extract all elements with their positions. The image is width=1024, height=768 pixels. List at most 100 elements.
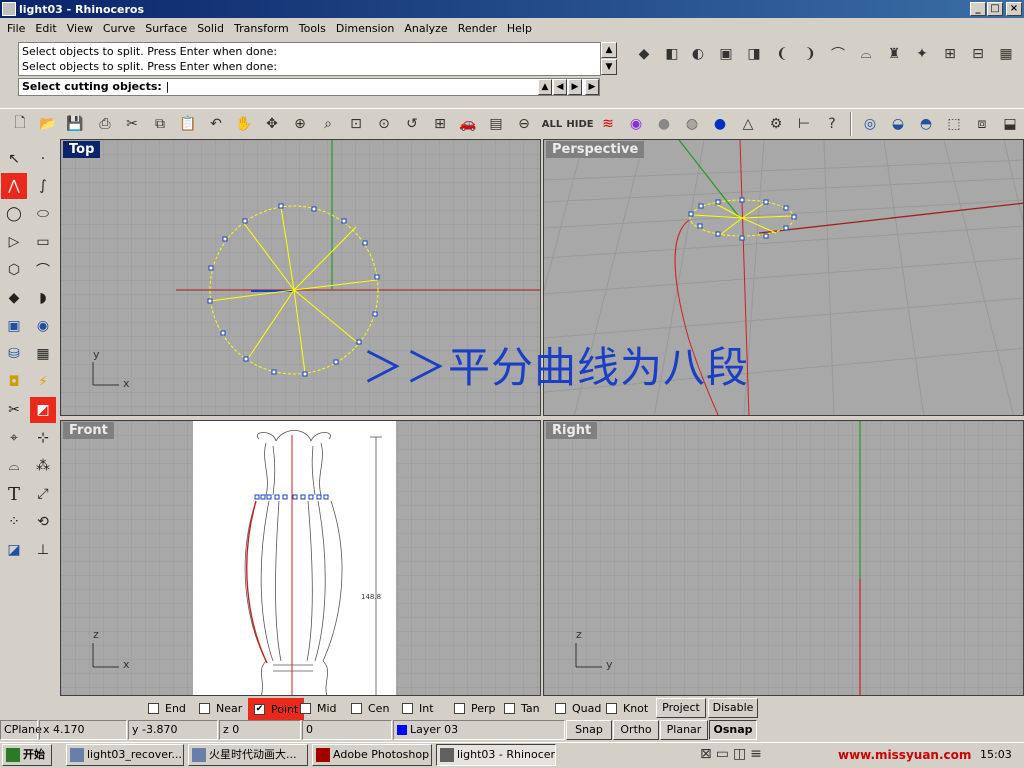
- osnap-near[interactable]: Near: [199, 699, 242, 717]
- menu-help[interactable]: Help: [502, 22, 537, 35]
- planar-toggle[interactable]: Planar: [660, 720, 708, 740]
- history-next-icon[interactable]: ▶: [585, 79, 599, 95]
- task-hx-animation[interactable]: 火星时代动画大...: [188, 744, 308, 766]
- copy-icon[interactable]: ⧉: [148, 112, 172, 136]
- close-button[interactable]: ×: [1006, 2, 1022, 16]
- undo-icon[interactable]: ↶: [204, 112, 228, 136]
- task-photoshop[interactable]: Adobe Photoshop: [312, 744, 432, 766]
- arc-icon[interactable]: ⌒: [30, 257, 56, 283]
- history-prev-icon[interactable]: ▲: [538, 79, 552, 95]
- boolean-icon[interactable]: ◉: [30, 313, 56, 339]
- fillet-icon[interactable]: ⌓: [1, 453, 27, 479]
- curve-cp-icon[interactable]: ∫: [30, 173, 56, 199]
- surface-sweep1-icon[interactable]: ⌒: [826, 42, 850, 66]
- settings-gear-icon[interactable]: ⚙: [764, 112, 788, 136]
- array-icon[interactable]: ⊥: [30, 537, 56, 563]
- surface-patch-icon[interactable]: ✦: [910, 42, 934, 66]
- paste-icon[interactable]: 📋: [176, 112, 200, 136]
- command-prompt[interactable]: Select cutting objects: |: [18, 78, 600, 96]
- car-shade-icon[interactable]: 🚗: [456, 112, 480, 136]
- boolean-intersect-icon[interactable]: ◓: [914, 112, 938, 136]
- block-icon[interactable]: ◪: [1, 537, 27, 563]
- project-button[interactable]: Project: [656, 698, 706, 718]
- checkbox-icon[interactable]: [402, 702, 413, 714]
- checkbox-icon[interactable]: [148, 702, 159, 714]
- surface-network-icon[interactable]: ♜: [882, 42, 906, 66]
- menu-analyze[interactable]: Analyze: [399, 22, 452, 35]
- light-icon[interactable]: △: [736, 112, 760, 136]
- osnap-mid[interactable]: Mid: [300, 699, 337, 717]
- viewport-right[interactable]: Right z y: [543, 420, 1024, 696]
- viewport-title-front[interactable]: Front: [63, 422, 114, 439]
- cut-icon[interactable]: ✂: [120, 112, 144, 136]
- disable-button[interactable]: Disable: [708, 698, 758, 718]
- render-preview-icon[interactable]: ◍: [680, 112, 704, 136]
- command-history-scrollbar[interactable]: ▲ ▼: [600, 42, 617, 76]
- extract-icon[interactable]: ⧈: [970, 112, 994, 136]
- viewport-front[interactable]: Front 148.8 z x: [60, 420, 541, 696]
- scroll-up-icon[interactable]: ▲: [601, 42, 617, 58]
- current-layer[interactable]: Layer 03: [393, 720, 565, 740]
- save-icon[interactable]: 💾: [63, 112, 87, 136]
- surface-loft-icon[interactable]: ❨: [770, 42, 794, 66]
- scroll-down-icon[interactable]: ▼: [601, 59, 617, 75]
- checkbox-icon[interactable]: [555, 702, 566, 714]
- osnap-toggle[interactable]: Osnap: [709, 720, 757, 740]
- checkbox-icon[interactable]: [351, 702, 362, 714]
- solid-more-icon[interactable]: ⬓: [998, 112, 1022, 136]
- osnap-int[interactable]: Int: [402, 699, 434, 717]
- surface-revolve-icon[interactable]: ❩: [798, 42, 822, 66]
- menu-render[interactable]: Render: [453, 22, 502, 35]
- surface-extrude-icon[interactable]: ◨: [742, 42, 766, 66]
- copy-transform-icon[interactable]: ⊹: [30, 425, 56, 451]
- split-icon[interactable]: ◩: [30, 397, 56, 423]
- history-right-icon[interactable]: ▶: [568, 79, 582, 95]
- surface-pts-icon[interactable]: ◆: [1, 285, 27, 311]
- help-icon[interactable]: ?: [820, 112, 844, 136]
- material-sphere-icon[interactable]: ●: [708, 112, 732, 136]
- layer-icon[interactable]: ▤: [484, 112, 508, 136]
- osnap-point[interactable]: ✔ Point: [248, 698, 305, 720]
- select-icon[interactable]: ⊖: [512, 112, 536, 136]
- explode-icon[interactable]: ⚡: [30, 369, 56, 395]
- undo-view-icon[interactable]: ↺: [400, 112, 424, 136]
- surface-more-icon[interactable]: ▦: [994, 42, 1018, 66]
- rotate-view-icon[interactable]: ✥: [260, 112, 284, 136]
- box-solid-icon[interactable]: ▣: [1, 313, 27, 339]
- triangle-icon[interactable]: ▷: [1, 229, 27, 255]
- minimize-button[interactable]: _: [970, 2, 986, 16]
- trim-icon[interactable]: ✂: [1, 397, 27, 423]
- polygon-icon[interactable]: ⬡: [1, 257, 27, 283]
- viewport-title-perspective[interactable]: Perspective: [546, 141, 645, 158]
- pan-hand-icon[interactable]: ✋: [232, 112, 256, 136]
- maximize-button[interactable]: □: [987, 2, 1003, 16]
- mesh-icon[interactable]: ▦: [30, 341, 56, 367]
- osnap-tan[interactable]: Tan: [504, 699, 540, 717]
- color-wheel-icon[interactable]: ◉: [624, 112, 648, 136]
- osnap-perp[interactable]: Perp: [454, 699, 496, 717]
- osnap-cen[interactable]: Cen: [351, 699, 389, 717]
- open-folder-icon[interactable]: 📂: [36, 112, 60, 136]
- task-light03-recover[interactable]: light03_recover....: [66, 744, 184, 766]
- osnap-end[interactable]: End: [148, 699, 186, 717]
- checkbox-icon[interactable]: [199, 702, 210, 714]
- menu-file[interactable]: File: [2, 22, 30, 35]
- osnap-quad[interactable]: Quad: [555, 699, 601, 717]
- menu-dimension[interactable]: Dimension: [331, 22, 399, 35]
- boolean-union-icon[interactable]: ◎: [858, 112, 882, 136]
- text-icon[interactable]: T: [1, 481, 27, 507]
- osnap-knot[interactable]: Knot: [606, 699, 648, 717]
- menu-curve[interactable]: Curve: [98, 22, 140, 35]
- group-icon[interactable]: ⁘: [1, 509, 27, 535]
- snap-toggle[interactable]: Snap: [566, 720, 612, 740]
- print-icon[interactable]: ⎙: [93, 112, 117, 136]
- checkbox-checked-icon[interactable]: ✔: [254, 703, 265, 715]
- checkbox-icon[interactable]: [504, 702, 515, 714]
- surface-edge-icon[interactable]: ◧: [660, 42, 684, 66]
- surface-sphere-icon[interactable]: ◐: [686, 42, 710, 66]
- dimension-icon[interactable]: ⊢: [792, 112, 816, 136]
- layers-stack-icon[interactable]: ≋: [596, 112, 620, 136]
- menu-view[interactable]: View: [62, 22, 98, 35]
- cylinder-icon[interactable]: ⛁: [1, 341, 27, 367]
- checkbox-icon[interactable]: [454, 702, 465, 714]
